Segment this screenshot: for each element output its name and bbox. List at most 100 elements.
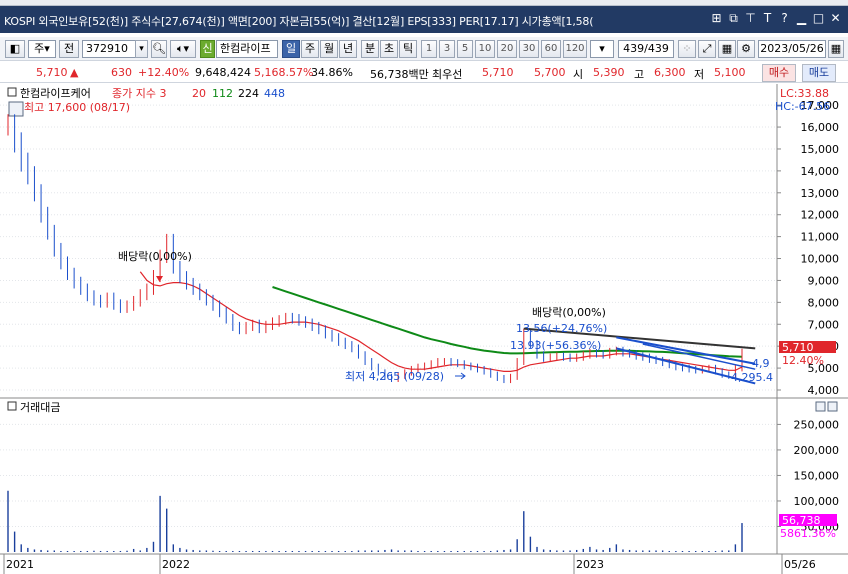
price-change: 630	[111, 66, 132, 79]
high-label: 고	[634, 68, 645, 81]
interval-button-60[interactable]: 60	[541, 40, 561, 58]
price-tick-label: 10,000	[801, 253, 840, 266]
legend-stock-name: 한컴라이프케어	[20, 87, 91, 100]
sell-button[interactable]: 매도	[802, 64, 836, 82]
best-bid: 5,700	[534, 66, 566, 79]
period-year-button[interactable]: 년	[339, 40, 357, 58]
credit-badge: 신	[200, 40, 215, 58]
minimize-icon[interactable]: ▁	[795, 11, 808, 26]
interval-dropdown[interactable]: ▾	[590, 40, 614, 58]
data-count-value: 439	[623, 42, 645, 55]
turnover-rate: 34.86%	[311, 66, 353, 79]
copy-icon[interactable]: ⊞	[710, 11, 723, 26]
period-second-button[interactable]: 초	[380, 40, 398, 58]
code-dropdown-icon[interactable]: ▾	[135, 40, 148, 58]
period-label-button[interactable]: 전	[59, 40, 79, 58]
window-title-bar: KOSPI 외국인보유[52(천)] 주식수[27,674(천)] 액면[200…	[0, 6, 848, 33]
chart-area[interactable]: 17,000 16,000 15,000 14,000 13,000 12,000 11,0…	[0, 84, 848, 574]
stock-info-title: KOSPI 외국인보유[52(천)] 주식수[27,674(천)] 액면[200…	[4, 15, 594, 28]
price-tick-label: 12,000	[801, 209, 840, 222]
maximize-icon[interactable]: □	[812, 11, 825, 26]
up-arrow-icon: ▲	[70, 66, 79, 79]
annotation-dividend-2: 배당락(0,00%)	[532, 306, 606, 319]
interval-button-120[interactable]: 120	[563, 40, 587, 58]
low-label: 저	[694, 68, 705, 81]
hc-label: HC:-67.56	[775, 100, 830, 113]
calendar-icon[interactable]: ▦	[828, 40, 844, 58]
annotation-channel-mid: 13.93(+56.36%)	[510, 339, 601, 352]
open-label: 시	[573, 68, 584, 81]
period-tick-button[interactable]: 틱	[399, 40, 417, 58]
amount-tick-label: 250,000	[794, 418, 840, 431]
pin-icon[interactable]: ⊤	[744, 11, 757, 26]
layout-icon[interactable]: ◧	[5, 40, 25, 58]
right-label-2: 4,295.4	[731, 371, 773, 384]
period-month-button[interactable]: 월	[320, 40, 338, 58]
price-tick-label: 11,000	[801, 231, 840, 244]
grid-icon[interactable]: ▦	[718, 40, 736, 58]
amount-ratio-text: 5861.36%	[780, 527, 836, 540]
legend-series-label: 종가 지수 3	[112, 87, 166, 100]
last-pct-tag-text: 12.40%	[782, 354, 824, 367]
right-label-1: 4,9	[752, 357, 770, 370]
interval-button-20[interactable]: 20	[497, 40, 517, 58]
search-icon[interactable]: 🔍︎	[151, 40, 167, 58]
stock-name-field[interactable]: 한컴라이프	[216, 40, 278, 58]
lc-label: LC:33.88	[780, 87, 829, 100]
period-week-button[interactable]: 주	[301, 40, 319, 58]
sound-icon[interactable]: 🔈︎▾	[170, 40, 196, 58]
buy-button[interactable]: 매수	[762, 64, 796, 82]
period-day-button[interactable]: 일	[282, 40, 300, 58]
trade-amount: 56,738백만	[370, 68, 429, 81]
legend-ma-224: 224	[238, 87, 259, 100]
annotation-dividend-1: 배당락(0,00%)	[118, 250, 192, 263]
amount-tick-label: 100,000	[794, 495, 840, 508]
close-icon[interactable]: ✕	[829, 11, 842, 26]
price-tick-label: 8,000	[808, 296, 840, 309]
annotation-high: 최고 17,600 (08/17)	[24, 101, 130, 114]
interval-button-3[interactable]: 3	[439, 40, 455, 58]
price-change-pct: +12.40%	[138, 66, 190, 79]
amount-tag-text: 56,738	[782, 514, 821, 527]
market-select-value: 주	[34, 42, 45, 55]
open-price: 5,390	[593, 66, 625, 79]
price-tick-label: 13,000	[801, 187, 840, 200]
data-count-total: /439	[644, 42, 669, 55]
x-tick-label: 2022	[162, 558, 190, 571]
interval-button-1[interactable]: 1	[421, 40, 437, 58]
annotation-channel-top: 13.56(+24.76%)	[516, 322, 607, 335]
price-tick-label: 15,000	[801, 143, 840, 156]
interval-button-5[interactable]: 5	[457, 40, 473, 58]
date-field[interactable]: 2023/05/26	[758, 40, 826, 58]
price-tick-label: 4,000	[808, 384, 840, 397]
high-price: 6,300	[654, 66, 686, 79]
calendar-icon[interactable]	[8, 101, 24, 117]
legend-ma-112: 112	[212, 87, 233, 100]
settings-gear-icon[interactable]: ⚙	[737, 40, 755, 58]
price-legend: 한컴라이프케어 종가 지수 3 20 112 224 448	[7, 87, 285, 100]
last-price-tag-text: 5,710	[782, 341, 814, 354]
stock-code-value: 372910	[86, 42, 128, 55]
chart-toolbar: ◧ 주▾ 전 372910 ▾ 🔍︎ 🔈︎▾ 신 한컴라이프 일 주 월 년 분…	[0, 37, 848, 61]
text-icon[interactable]: T	[761, 11, 774, 26]
pane-up-icon[interactable]	[815, 401, 826, 412]
chart-svg: 17,00016,00015,00014,00013,00012,00011,0…	[0, 84, 848, 574]
trendline-icon[interactable]: ⤢	[698, 40, 716, 58]
x-tick-label: 05/26	[784, 558, 816, 571]
trade-volume: 9,648,424	[195, 66, 251, 79]
price-tick-label: 16,000	[801, 121, 840, 134]
interval-button-30[interactable]: 30	[519, 40, 539, 58]
market-select[interactable]: 주▾	[28, 40, 56, 58]
interval-button-10[interactable]: 10	[475, 40, 495, 58]
data-count-field[interactable]: 439/439	[618, 40, 674, 58]
help-icon[interactable]: ?	[778, 11, 791, 26]
period-minute-button[interactable]: 분	[361, 40, 379, 58]
drawing-tools-icon[interactable]: ⁘	[678, 40, 696, 58]
annotation-low: 최저 4,265 (09/28)	[345, 370, 444, 383]
pane-close-icon[interactable]	[827, 401, 838, 412]
price-tick-label: 7,000	[808, 318, 840, 331]
quote-bar: 5,710 ▲ 630 +12.40% 9,648,424 5,168.57% …	[0, 62, 848, 83]
restore-icon[interactable]: ⧉	[727, 11, 740, 26]
current-price: 5,710	[36, 66, 68, 79]
price-tick-label: 14,000	[801, 165, 840, 178]
